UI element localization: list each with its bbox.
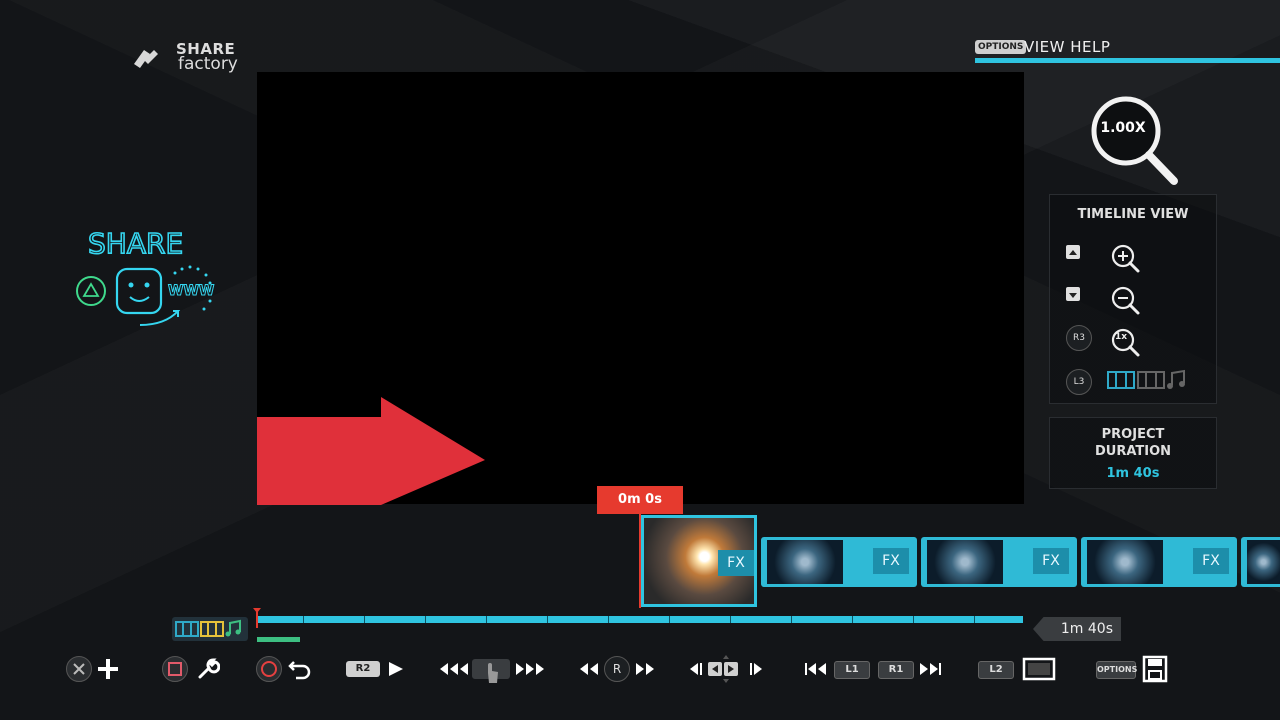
clip[interactable]: FX <box>1081 537 1237 587</box>
project-duration-label-line2: DURATION <box>1094 444 1172 459</box>
step-forward-icon <box>636 663 654 675</box>
audio-track-bar[interactable] <box>257 637 300 642</box>
r3-button-icon: R3 <box>1066 325 1092 351</box>
timeline-view-panel: TIMELINE VIEW R3 1x L3 <box>1049 194 1217 404</box>
timeline-track[interactable] <box>257 616 1023 623</box>
zoom-in-row[interactable] <box>1066 243 1206 273</box>
rewind-icon <box>440 663 468 675</box>
clip-fx-badge[interactable]: FX <box>718 550 754 576</box>
undo-control[interactable] <box>256 653 316 685</box>
scrub-control[interactable] <box>438 653 548 685</box>
wrench-icon <box>198 658 220 679</box>
frame-step-control[interactable]: R <box>578 653 658 685</box>
project-duration-value: 1m 40s <box>1106 466 1160 481</box>
zoom-reset-row[interactable]: R3 1x <box>1066 325 1206 359</box>
fast-forward-icon <box>516 663 544 675</box>
svg-text:WWW: WWW <box>168 283 214 299</box>
clip-selected[interactable]: FX <box>641 515 757 607</box>
zoom-reset-label: 1x <box>1115 332 1128 342</box>
skip-forward-icon <box>920 663 941 675</box>
circle-button-icon <box>256 656 282 682</box>
clip[interactable]: FX <box>921 537 1077 587</box>
cross-button-icon <box>66 656 92 682</box>
dpad-up-icon <box>1066 245 1080 259</box>
logo-text-factory: factory <box>178 54 238 74</box>
zoom-out-icon <box>1111 286 1140 315</box>
clip[interactable] <box>1241 537 1280 587</box>
zoom-reset-icon: 1x <box>1110 327 1142 359</box>
touchpad-icon <box>472 659 510 683</box>
square-button-icon <box>162 656 188 682</box>
magnifier-icon <box>1091 96 1178 185</box>
save-control[interactable]: OPTIONS <box>1096 653 1172 685</box>
sharefactory-logo-icon <box>134 50 158 68</box>
clip-jump-control[interactable]: L1 R1 <box>804 653 944 685</box>
track-types-icon <box>1107 369 1185 389</box>
share-neon-icon: SHARE WWW <box>76 226 215 326</box>
clip-thumbnail <box>927 540 1003 584</box>
options-button-icon: OPTIONS <box>1096 661 1137 679</box>
play-icon <box>389 662 403 676</box>
fullscreen-control[interactable]: L2 <box>978 653 1058 685</box>
clip-fx-badge[interactable]: FX <box>1033 548 1069 574</box>
project-duration-panel: PROJECT DURATION 1m 40s <box>1049 417 1217 489</box>
clip-thumbnail <box>767 540 843 584</box>
clip-thumbnail <box>1247 540 1280 584</box>
r1-button-icon: R1 <box>878 661 914 679</box>
l2-button-icon: L2 <box>978 661 1014 679</box>
view-help[interactable]: OPTIONS VIEW HELP <box>975 38 1280 66</box>
view-help-underline <box>975 58 1280 63</box>
clip-thumbnail <box>1087 540 1163 584</box>
track-indicator[interactable] <box>172 617 248 641</box>
r2-button-icon: R2 <box>346 661 380 677</box>
clip-fx-badge[interactable]: FX <box>873 548 909 574</box>
options-button-icon: OPTIONS <box>975 40 1027 54</box>
clip-fx-badge[interactable]: FX <box>1193 548 1229 574</box>
view-help-label: VIEW HELP <box>1024 38 1111 56</box>
add-control[interactable] <box>66 653 126 685</box>
zoom-level: 1.00X <box>1100 120 1146 136</box>
undo-icon <box>288 661 311 680</box>
project-duration-label-line1: PROJECT <box>1101 427 1165 442</box>
svg-text:SHARE: SHARE <box>88 227 183 260</box>
timeline-playhead-icon[interactable] <box>252 608 262 628</box>
playhead-time: 0m 0s <box>597 486 683 514</box>
share-factory-logo: SHARE factory <box>130 40 250 76</box>
fullscreen-icon <box>1022 657 1056 681</box>
timeline-end-time: 1m 40s <box>1033 617 1121 641</box>
play-control[interactable]: R2 <box>346 653 408 685</box>
tools-control[interactable] <box>162 653 222 685</box>
project-duration-label: PROJECT DURATION <box>1050 426 1216 460</box>
dpad-left-right-icon <box>690 655 762 683</box>
track-types-icon <box>175 619 241 637</box>
zoom-out-row[interactable] <box>1066 285 1206 315</box>
save-icon <box>1142 655 1168 683</box>
skip-back-icon <box>805 663 826 675</box>
right-stick-icon: R <box>604 656 630 682</box>
video-preview <box>257 72 1024 505</box>
l1-button-icon: L1 <box>834 661 870 679</box>
zoom-in-icon <box>1111 244 1140 273</box>
step-back-icon <box>580 663 598 675</box>
track-toggle-row[interactable]: L3 <box>1066 369 1206 401</box>
clip[interactable]: FX <box>761 537 917 587</box>
red-arrow-icon <box>257 397 485 505</box>
plus-icon <box>98 659 118 679</box>
l3-button-icon: L3 <box>1066 369 1092 395</box>
timeline-view-title: TIMELINE VIEW <box>1077 207 1189 222</box>
nudge-control[interactable] <box>688 653 772 685</box>
dpad-down-icon <box>1066 287 1080 301</box>
